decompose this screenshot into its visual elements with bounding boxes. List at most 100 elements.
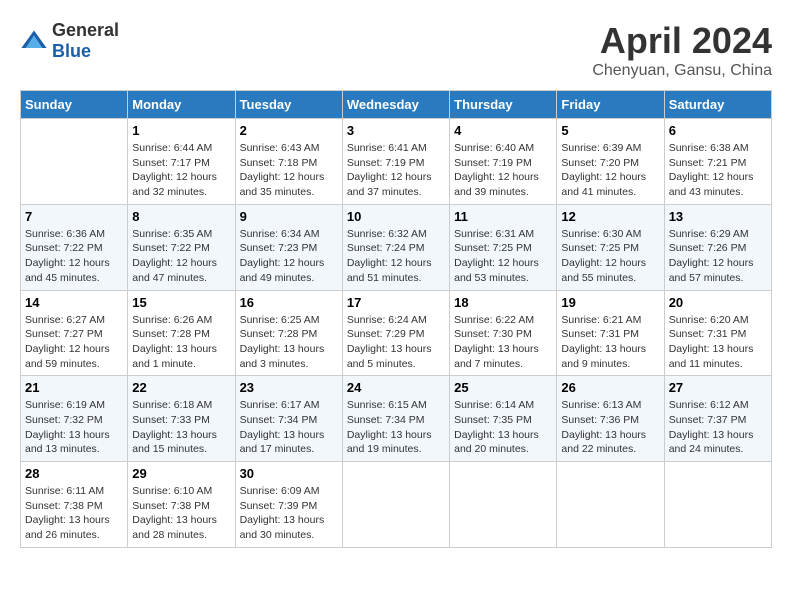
calendar-cell: 2 Sunrise: 6:43 AM Sunset: 7:18 PM Daylig… [235, 119, 342, 205]
calendar-week-2: 7Sunrise: 6:36 AM Sunset: 7:22 PM Daylig… [21, 204, 772, 290]
col-header-tuesday: Tuesday [235, 91, 342, 119]
day-info: Sunrise: 6:40 AM Sunset: 7:19 PM Dayligh… [454, 141, 552, 200]
day-info: Sunrise: 6:22 AM Sunset: 7:30 PM Dayligh… [454, 313, 552, 372]
calendar-cell: 8Sunrise: 6:35 AM Sunset: 7:22 PM Daylig… [128, 204, 235, 290]
day-number: 28 [25, 466, 123, 481]
calendar-cell: 28 Sunrise: 6:11 AM Sunset: 7:38 PM Dayli… [21, 462, 128, 548]
calendar-cell [342, 462, 449, 548]
calendar-cell [450, 462, 557, 548]
calendar-cell: 29 Sunrise: 6:10 AM Sunset: 7:38 PM Dayli… [128, 462, 235, 548]
calendar-header-row: SundayMondayTuesdayWednesdayThursdayFrid… [21, 91, 772, 119]
day-number: 15 [132, 295, 230, 310]
col-header-monday: Monday [128, 91, 235, 119]
day-number: 24 [347, 380, 445, 395]
calendar-cell: 4Sunrise: 6:40 AM Sunset: 7:19 PM Daylig… [450, 119, 557, 205]
calendar-table: SundayMondayTuesdayWednesdayThursdayFrid… [20, 90, 772, 548]
day-number: 22 [132, 380, 230, 395]
calendar-cell: 24 Sunrise: 6:15 AM Sunset: 7:34 PM Dayli… [342, 376, 449, 462]
day-info: Sunrise: 6:43 AM Sunset: 7:18 PM Dayligh… [240, 141, 338, 200]
calendar-cell: 10Sunrise: 6:32 AM Sunset: 7:24 PM Dayli… [342, 204, 449, 290]
day-number: 16 [240, 295, 338, 310]
month-title: April 2024 [592, 20, 772, 62]
day-number: 11 [454, 209, 552, 224]
location-title: Chenyuan, Gansu, China [592, 62, 772, 80]
day-number: 14 [25, 295, 123, 310]
day-number: 20 [669, 295, 767, 310]
day-info: Sunrise: 6:14 AM Sunset: 7:35 PM Dayligh… [454, 398, 552, 457]
calendar-cell: 6Sunrise: 6:38 AM Sunset: 7:21 PM Daylig… [664, 119, 771, 205]
calendar-cell: 7Sunrise: 6:36 AM Sunset: 7:22 PM Daylig… [21, 204, 128, 290]
page-header: General Blue April 2024 Chenyuan, Gansu,… [20, 20, 772, 80]
day-number: 9 [240, 209, 338, 224]
calendar-week-1: 1 Sunrise: 6:44 AM Sunset: 7:17 PM Daylig… [21, 119, 772, 205]
day-info: Sunrise: 6:29 AM Sunset: 7:26 PM Dayligh… [669, 227, 767, 286]
col-header-thursday: Thursday [450, 91, 557, 119]
calendar-cell: 22 Sunrise: 6:18 AM Sunset: 7:33 PM Dayli… [128, 376, 235, 462]
day-info: Sunrise: 6:25 AM Sunset: 7:28 PM Dayligh… [240, 313, 338, 372]
day-info: Sunrise: 6:27 AM Sunset: 7:27 PM Dayligh… [25, 313, 123, 372]
day-number: 12 [561, 209, 659, 224]
day-number: 26 [561, 380, 659, 395]
col-header-sunday: Sunday [21, 91, 128, 119]
calendar-cell [21, 119, 128, 205]
day-info: Sunrise: 6:12 AM Sunset: 7:37 PM Dayligh… [669, 398, 767, 457]
day-number: 29 [132, 466, 230, 481]
day-info: Sunrise: 6:09 AM Sunset: 7:39 PM Dayligh… [240, 484, 338, 543]
day-info: Sunrise: 6:20 AM Sunset: 7:31 PM Dayligh… [669, 313, 767, 372]
day-info: Sunrise: 6:13 AM Sunset: 7:36 PM Dayligh… [561, 398, 659, 457]
day-info: Sunrise: 6:34 AM Sunset: 7:23 PM Dayligh… [240, 227, 338, 286]
day-info: Sunrise: 6:19 AM Sunset: 7:32 PM Dayligh… [25, 398, 123, 457]
day-number: 27 [669, 380, 767, 395]
day-number: 3 [347, 123, 445, 138]
logo-text: General Blue [52, 20, 119, 62]
logo: General Blue [20, 20, 119, 62]
col-header-friday: Friday [557, 91, 664, 119]
day-number: 19 [561, 295, 659, 310]
calendar-cell: 30 Sunrise: 6:09 AM Sunset: 7:39 PM Dayli… [235, 462, 342, 548]
day-number: 30 [240, 466, 338, 481]
calendar-cell: 9 Sunrise: 6:34 AM Sunset: 7:23 PM Daylig… [235, 204, 342, 290]
day-info: Sunrise: 6:41 AM Sunset: 7:19 PM Dayligh… [347, 141, 445, 200]
day-info: Sunrise: 6:36 AM Sunset: 7:22 PM Dayligh… [25, 227, 123, 286]
day-number: 25 [454, 380, 552, 395]
day-info: Sunrise: 6:32 AM Sunset: 7:24 PM Dayligh… [347, 227, 445, 286]
calendar-cell: 19 Sunrise: 6:21 AM Sunset: 7:31 PM Dayli… [557, 290, 664, 376]
calendar-cell: 1 Sunrise: 6:44 AM Sunset: 7:17 PM Daylig… [128, 119, 235, 205]
calendar-cell: 21 Sunrise: 6:19 AM Sunset: 7:32 PM Dayli… [21, 376, 128, 462]
day-number: 8 [132, 209, 230, 224]
day-info: Sunrise: 6:44 AM Sunset: 7:17 PM Dayligh… [132, 141, 230, 200]
day-number: 2 [240, 123, 338, 138]
calendar-cell: 23Sunrise: 6:17 AM Sunset: 7:34 PM Dayli… [235, 376, 342, 462]
day-info: Sunrise: 6:18 AM Sunset: 7:33 PM Dayligh… [132, 398, 230, 457]
day-info: Sunrise: 6:39 AM Sunset: 7:20 PM Dayligh… [561, 141, 659, 200]
title-block: April 2024 Chenyuan, Gansu, China [592, 20, 772, 80]
calendar-cell [664, 462, 771, 548]
day-info: Sunrise: 6:15 AM Sunset: 7:34 PM Dayligh… [347, 398, 445, 457]
logo-blue: Blue [52, 41, 91, 61]
day-number: 23 [240, 380, 338, 395]
col-header-wednesday: Wednesday [342, 91, 449, 119]
calendar-cell: 20 Sunrise: 6:20 AM Sunset: 7:31 PM Dayli… [664, 290, 771, 376]
calendar-cell [557, 462, 664, 548]
calendar-cell: 13 Sunrise: 6:29 AM Sunset: 7:26 PM Dayli… [664, 204, 771, 290]
day-info: Sunrise: 6:26 AM Sunset: 7:28 PM Dayligh… [132, 313, 230, 372]
calendar-body: 1 Sunrise: 6:44 AM Sunset: 7:17 PM Daylig… [21, 119, 772, 548]
calendar-cell: 27 Sunrise: 6:12 AM Sunset: 7:37 PM Dayli… [664, 376, 771, 462]
calendar-cell: 26 Sunrise: 6:13 AM Sunset: 7:36 PM Dayli… [557, 376, 664, 462]
day-number: 13 [669, 209, 767, 224]
calendar-cell: 15 Sunrise: 6:26 AM Sunset: 7:28 PM Dayli… [128, 290, 235, 376]
calendar-cell: 11 Sunrise: 6:31 AM Sunset: 7:25 PM Dayli… [450, 204, 557, 290]
day-info: Sunrise: 6:11 AM Sunset: 7:38 PM Dayligh… [25, 484, 123, 543]
calendar-cell: 16 Sunrise: 6:25 AM Sunset: 7:28 PM Dayli… [235, 290, 342, 376]
day-number: 1 [132, 123, 230, 138]
day-number: 6 [669, 123, 767, 138]
day-info: Sunrise: 6:10 AM Sunset: 7:38 PM Dayligh… [132, 484, 230, 543]
day-info: Sunrise: 6:31 AM Sunset: 7:25 PM Dayligh… [454, 227, 552, 286]
day-info: Sunrise: 6:21 AM Sunset: 7:31 PM Dayligh… [561, 313, 659, 372]
day-number: 21 [25, 380, 123, 395]
calendar-cell: 5Sunrise: 6:39 AM Sunset: 7:20 PM Daylig… [557, 119, 664, 205]
logo-general: General [52, 20, 119, 40]
calendar-week-5: 28 Sunrise: 6:11 AM Sunset: 7:38 PM Dayli… [21, 462, 772, 548]
day-number: 17 [347, 295, 445, 310]
calendar-cell: 25 Sunrise: 6:14 AM Sunset: 7:35 PM Dayli… [450, 376, 557, 462]
